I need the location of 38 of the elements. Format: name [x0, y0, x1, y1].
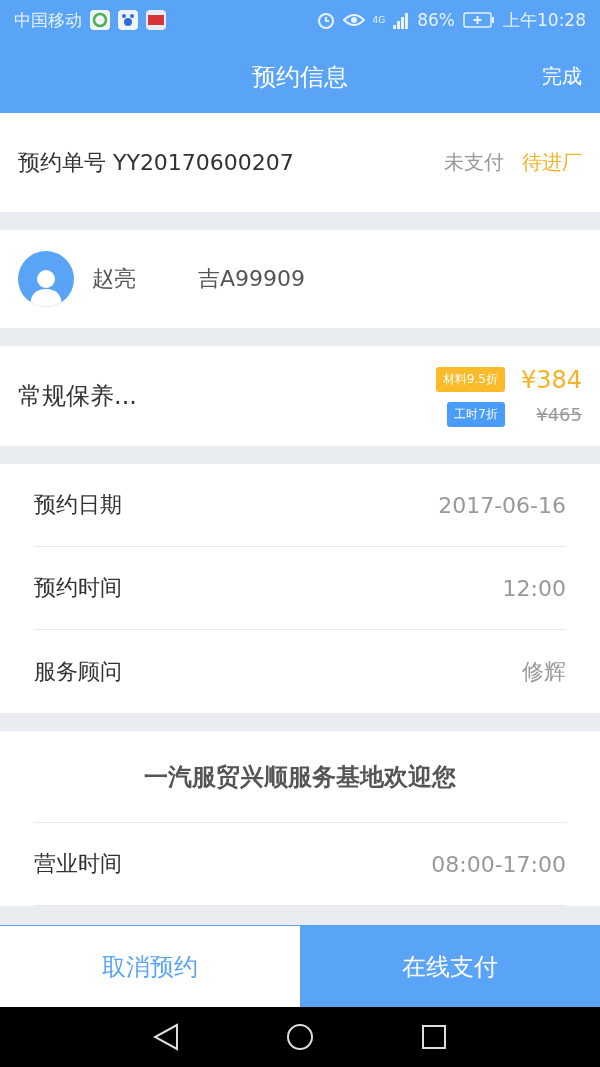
service-name: 常规保养...: [18, 381, 137, 412]
alarm-icon: [316, 11, 335, 29]
progress-status: 待进厂: [522, 149, 582, 176]
detail-value: 2017-06-16: [438, 492, 566, 518]
detail-value: 12:00: [502, 575, 566, 601]
paw-icon: [118, 10, 138, 30]
cancel-button[interactable]: 取消预约: [0, 925, 300, 1007]
battery-percent: 86%: [417, 10, 455, 30]
pay-button[interactable]: 在线支付: [300, 925, 600, 1007]
detail-value: 修辉: [522, 657, 566, 686]
page-title: 预约信息: [252, 61, 348, 93]
original-price: ¥465: [536, 403, 582, 425]
app-icon: [90, 10, 110, 30]
carrier-name: 中国移动: [14, 8, 82, 32]
network-type: 4G: [372, 15, 386, 25]
license-plate: 吉A99909: [198, 265, 306, 293]
payment-status: 未支付: [444, 149, 504, 176]
discount-tag: 材料9.5折: [435, 367, 505, 392]
shop-welcome: 一汽服贸兴顺服务基地欢迎您: [144, 761, 456, 793]
back-icon[interactable]: [153, 1023, 180, 1051]
clock-time: 上午10:28: [503, 8, 586, 32]
price: ¥384: [520, 365, 582, 394]
detail-label: 预约日期: [34, 491, 122, 519]
eye-icon: [342, 12, 365, 28]
app-icon: [146, 10, 166, 30]
detail-label: 服务顾问: [34, 657, 122, 686]
battery-icon: [463, 12, 495, 28]
signal-icon: [393, 11, 410, 29]
done-link[interactable]: 完成: [542, 63, 582, 90]
avatar-icon: [18, 251, 74, 307]
detail-label: 预约时间: [34, 574, 122, 602]
detail-label: 营业时间: [34, 850, 122, 878]
recents-icon[interactable]: [420, 1024, 447, 1050]
customer-name: 赵亮: [92, 265, 136, 293]
home-icon[interactable]: [286, 1023, 314, 1051]
order-number: 预约单号 YY20170600207: [18, 148, 294, 177]
discount-tag: 工时7折: [447, 401, 505, 427]
detail-value: 08:00-17:00: [431, 851, 566, 877]
